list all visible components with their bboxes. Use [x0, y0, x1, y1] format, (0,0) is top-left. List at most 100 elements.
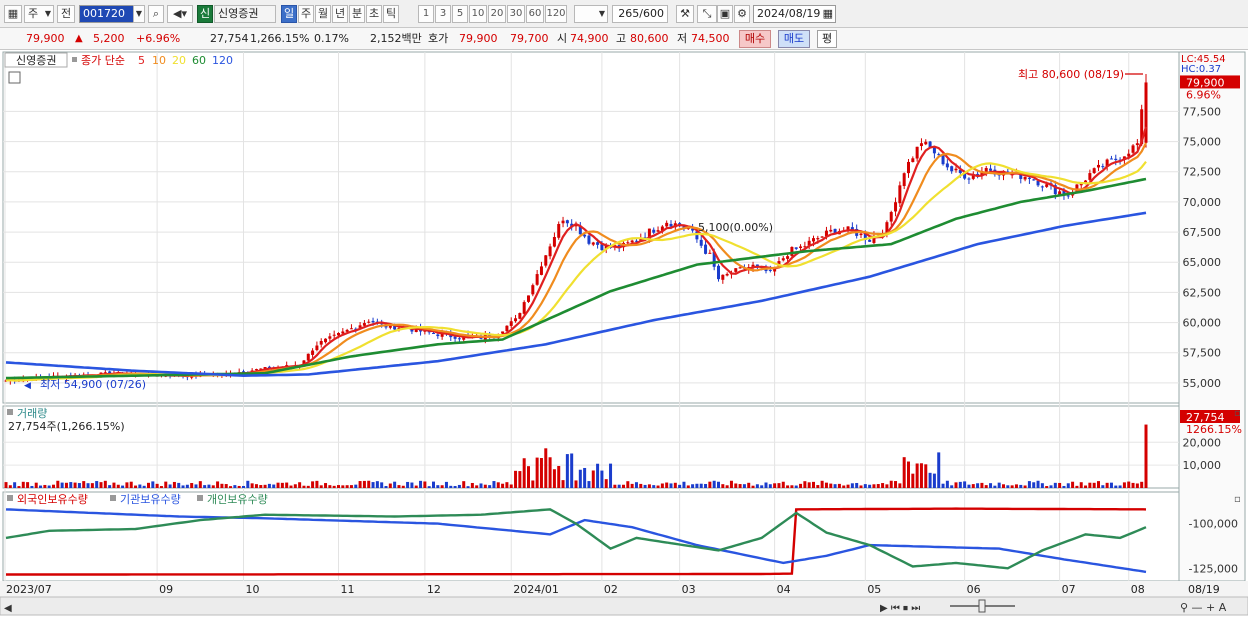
volume-bar [216, 481, 220, 488]
volume-bar [211, 485, 215, 488]
interval-button[interactable]: 3 [435, 5, 451, 23]
layout-icon[interactable]: ▦ [4, 5, 22, 23]
count-total: /600 [639, 7, 664, 20]
calendar-icon[interactable]: ▦ [823, 6, 833, 22]
volume-bar [116, 484, 120, 488]
date-input[interactable]: 2024/08/19 ▦ [753, 5, 836, 23]
chevron-down-icon: ▼ [598, 9, 605, 18]
x-tick-label: 11 [341, 583, 355, 596]
period-button[interactable]: 초 [366, 5, 382, 23]
speaker-icon[interactable]: ◀▾ [167, 5, 193, 23]
stock-name-field[interactable]: 신영증권 [214, 5, 276, 23]
volume-bar [177, 482, 181, 488]
volume-bar [932, 473, 936, 488]
volume-bar [298, 482, 302, 488]
legend-ma-period: 60 [192, 54, 206, 67]
zoom-slider-handle[interactable] [978, 599, 986, 613]
save-icon[interactable]: ▣ [717, 5, 733, 23]
period-button[interactable]: 년 [332, 5, 348, 23]
volume-bar [527, 466, 530, 488]
volume-bar [760, 485, 764, 488]
code-dropdown-icon[interactable]: ▼ [133, 5, 145, 23]
interval-button[interactable]: 20 [488, 5, 506, 23]
volume-bar [69, 482, 73, 488]
chart-area[interactable]: 77,500 75,000 72,500 70,000 67,500 65,000 62,5… [0, 50, 1248, 621]
interval-button[interactable]: 5 [452, 5, 468, 23]
volume-bar [388, 483, 392, 488]
eval-button[interactable]: 평 [817, 30, 837, 48]
volume-bar [915, 463, 919, 488]
volume-bar [60, 482, 64, 488]
high-label: 고 [616, 32, 627, 45]
volume-bar [26, 482, 30, 488]
period-button[interactable]: 일 [281, 5, 297, 23]
volume-bar [963, 481, 967, 488]
volume-bar [872, 484, 876, 488]
interval-button[interactable]: 10 [469, 5, 487, 23]
volume-bar [267, 483, 271, 488]
interval-button[interactable]: 120 [545, 5, 567, 23]
candle-body [738, 267, 742, 269]
search-icon[interactable]: ⌕ [148, 5, 164, 23]
prev-button[interactable]: 전 [57, 5, 75, 23]
volume-title: 거래량 [17, 407, 47, 420]
count-field[interactable]: 265/600 [612, 5, 668, 23]
volume-bar [842, 485, 846, 488]
candle-body [790, 246, 794, 256]
sell-button[interactable]: 매도 [778, 30, 810, 48]
volume-bar [332, 485, 336, 488]
period-button[interactable]: 틱 [383, 5, 399, 23]
volume-bar [850, 483, 854, 488]
volume-bar [86, 483, 90, 488]
volume-bar [259, 485, 263, 488]
period-button[interactable]: 월 [315, 5, 331, 23]
volume-bar [419, 480, 423, 488]
buy-button[interactable]: 매수 [739, 30, 771, 48]
candle-body [954, 168, 958, 171]
chart-tools-icon[interactable]: ⚒ [676, 5, 694, 23]
volume-bar [190, 483, 194, 488]
volume-bar [894, 481, 898, 488]
low-label: 저 [677, 32, 688, 45]
volume-bar [773, 483, 777, 488]
volume-bar [229, 486, 233, 488]
volume-bar [997, 482, 1001, 488]
price-tick-label: 65,000 [1183, 256, 1222, 269]
period-button[interactable]: 주 [298, 5, 314, 23]
ask-label: 호가 [428, 32, 449, 45]
count-dropdown[interactable]: ▼ [574, 5, 608, 23]
candle-body [1131, 145, 1135, 153]
price-tick-label: 75,000 [1183, 136, 1222, 149]
candle-body [1088, 173, 1092, 180]
volume-bar [103, 480, 107, 488]
volume-bar [630, 483, 634, 488]
candle-body [1032, 179, 1036, 181]
volume-bar [1135, 483, 1139, 488]
line-tools-icon[interactable]: ⤡ [697, 5, 717, 23]
volume-bar [591, 470, 595, 488]
volume-bar [56, 480, 60, 488]
volume-bar [194, 484, 198, 488]
interval-button[interactable]: 60 [526, 5, 544, 23]
volume-bar [345, 485, 349, 488]
candle-body [505, 325, 509, 332]
candle-body [1101, 166, 1105, 168]
volume-bar [1053, 482, 1057, 488]
volume-bar [596, 463, 600, 488]
low-price: 74,500 [691, 32, 730, 45]
candle-body [337, 332, 340, 336]
volume-bar [164, 481, 168, 488]
grid-icon[interactable] [8, 71, 21, 84]
period-button[interactable]: 분 [349, 5, 365, 23]
interval-button[interactable]: 30 [507, 5, 525, 23]
volume-bar [717, 481, 720, 488]
market-type-dropdown[interactable]: 주 ▼ [24, 5, 54, 23]
gear-icon[interactable]: ⚙ [734, 5, 750, 23]
candle-body [591, 242, 595, 245]
last-pct-label: 6.96% [1186, 88, 1221, 101]
candle-body [945, 163, 949, 168]
candle-body [699, 239, 703, 246]
holding-tick-label: -100,000 [1189, 518, 1238, 531]
volume-bar [1066, 483, 1070, 488]
interval-button[interactable]: 1 [418, 5, 434, 23]
